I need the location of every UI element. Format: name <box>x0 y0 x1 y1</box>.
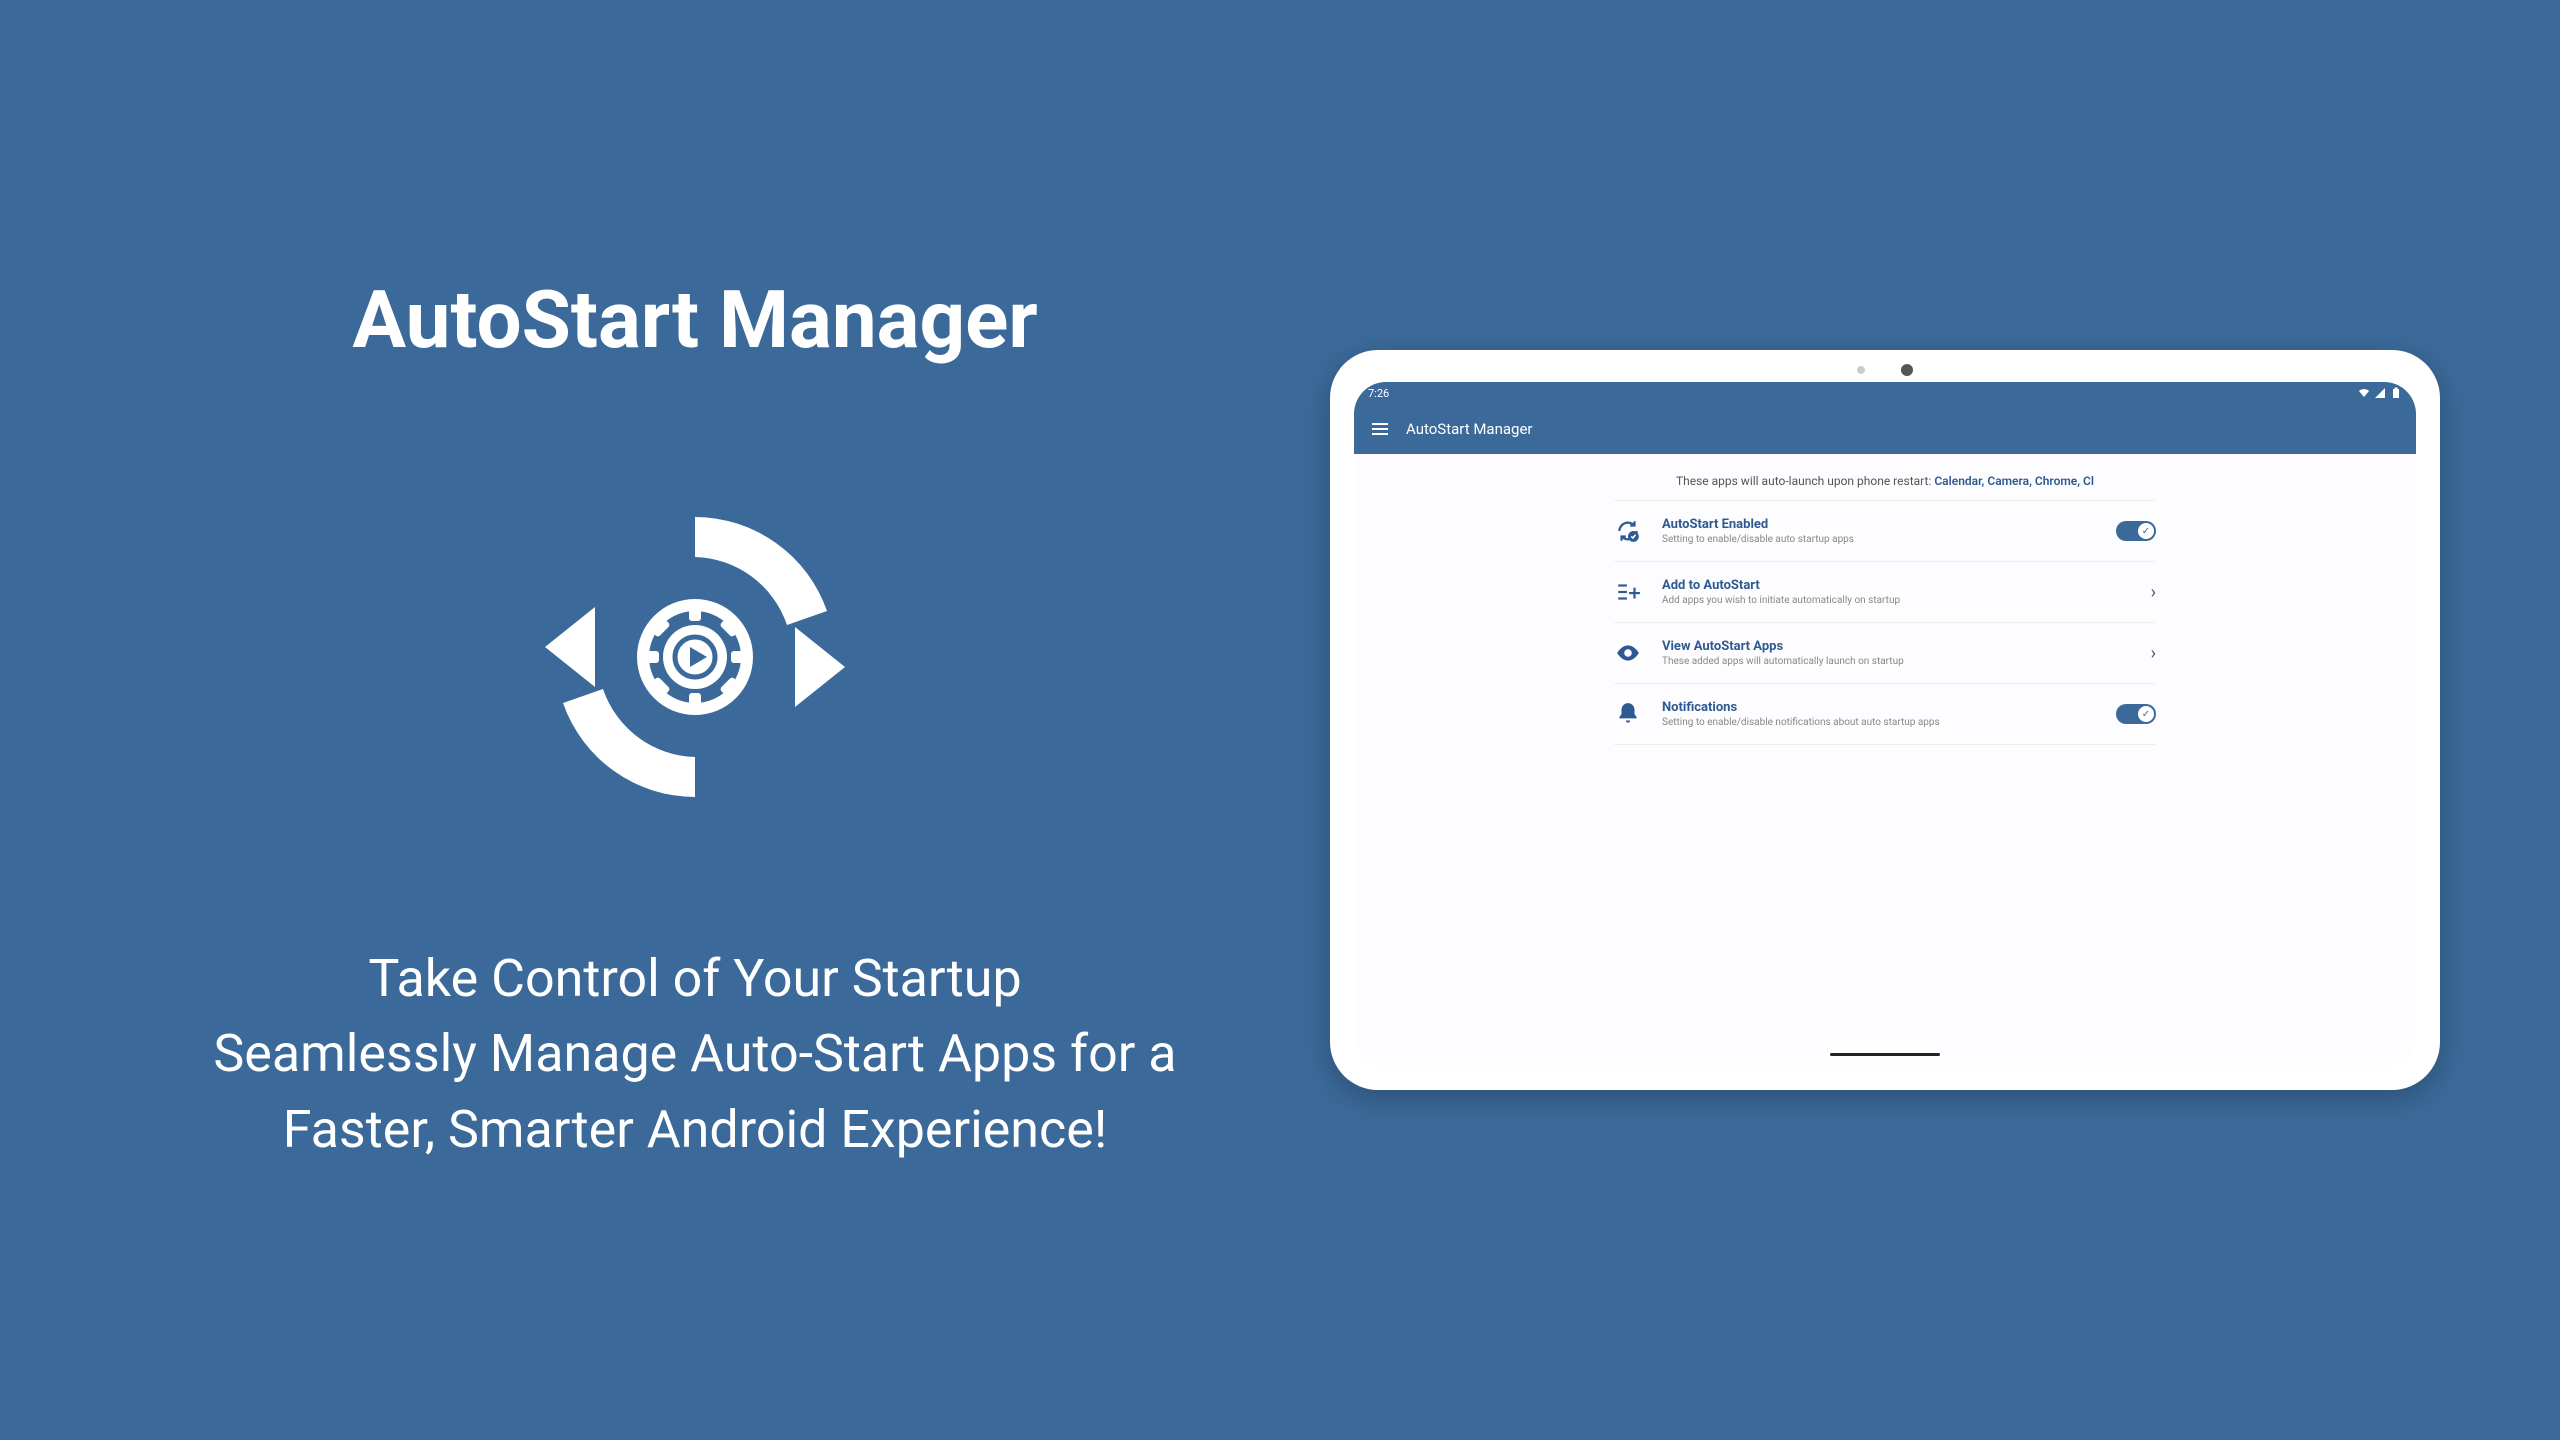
app-logo <box>485 487 905 831</box>
setting-title: AutoStart Enabled <box>1662 517 2096 532</box>
bell-icon <box>1614 700 1642 728</box>
tagline-line-3: Faster, Smarter Android Experience! <box>213 1092 1176 1167</box>
setting-title: Notifications <box>1662 700 2096 715</box>
setting-add-autostart[interactable]: Add to AutoStart Add apps you wish to in… <box>1614 562 2156 623</box>
toggle-notifications[interactable] <box>2116 704 2156 724</box>
battery-icon <box>2390 387 2402 399</box>
chevron-right-icon: › <box>2151 643 2156 664</box>
home-indicator[interactable] <box>1830 1053 1940 1056</box>
signal-icon <box>2374 387 2386 399</box>
status-bar: 7:26 <box>1354 382 2416 404</box>
settings-list: These apps will auto-launch upon phone r… <box>1354 454 2416 745</box>
tagline: Take Control of Your Startup Seamlessly … <box>213 941 1176 1167</box>
setting-view-apps[interactable]: View AutoStart Apps These added apps wil… <box>1614 623 2156 684</box>
chevron-right-icon: › <box>2151 582 2156 603</box>
refresh-check-icon <box>1614 517 1642 545</box>
tablet-frame: 7:26 AutoStart Manager These apps will a… <box>1330 350 2440 1090</box>
setting-title: Add to AutoStart <box>1662 578 2131 593</box>
hero-panel: AutoStart Manager <box>120 273 1270 1167</box>
setting-sub: Setting to enable/disable auto startup a… <box>1662 534 2096 545</box>
status-time: 7:26 <box>1368 387 1389 400</box>
menu-icon[interactable] <box>1372 423 1388 435</box>
tagline-line-1: Take Control of Your Startup <box>213 941 1176 1016</box>
setting-title: View AutoStart Apps <box>1662 639 2131 654</box>
eye-icon <box>1614 639 1642 667</box>
info-apps: Calendar, Camera, Chrome, Cl <box>1934 474 2094 488</box>
promo-stage: AutoStart Manager <box>0 0 2560 1440</box>
app-bar: AutoStart Manager <box>1354 404 2416 454</box>
setting-sub: Setting to enable/disable notifications … <box>1662 717 2096 728</box>
status-icons <box>2358 387 2402 399</box>
toggle-autostart[interactable] <box>2116 521 2156 541</box>
app-title: AutoStart Manager <box>352 273 1037 367</box>
setting-autostart-enabled[interactable]: AutoStart Enabled Setting to enable/disa… <box>1614 500 2156 562</box>
list-add-icon <box>1614 578 1642 606</box>
device-panel: 7:26 AutoStart Manager These apps will a… <box>1330 350 2440 1090</box>
info-prefix: These apps will auto-launch upon phone r… <box>1676 474 1934 488</box>
auto-launch-info: These apps will auto-launch upon phone r… <box>1614 474 2156 488</box>
tablet-screen: 7:26 AutoStart Manager These apps will a… <box>1354 382 2416 1066</box>
wifi-icon <box>2358 387 2370 399</box>
setting-sub: These added apps will automatically laun… <box>1662 656 2131 667</box>
setting-sub: Add apps you wish to initiate automatica… <box>1662 595 2131 606</box>
app-bar-title: AutoStart Manager <box>1406 420 1533 438</box>
tagline-line-2: Seamlessly Manage Auto-Start Apps for a <box>213 1016 1176 1091</box>
autostart-logo-icon <box>485 487 905 827</box>
tablet-camera <box>1857 364 1913 376</box>
setting-notifications[interactable]: Notifications Setting to enable/disable … <box>1614 684 2156 745</box>
